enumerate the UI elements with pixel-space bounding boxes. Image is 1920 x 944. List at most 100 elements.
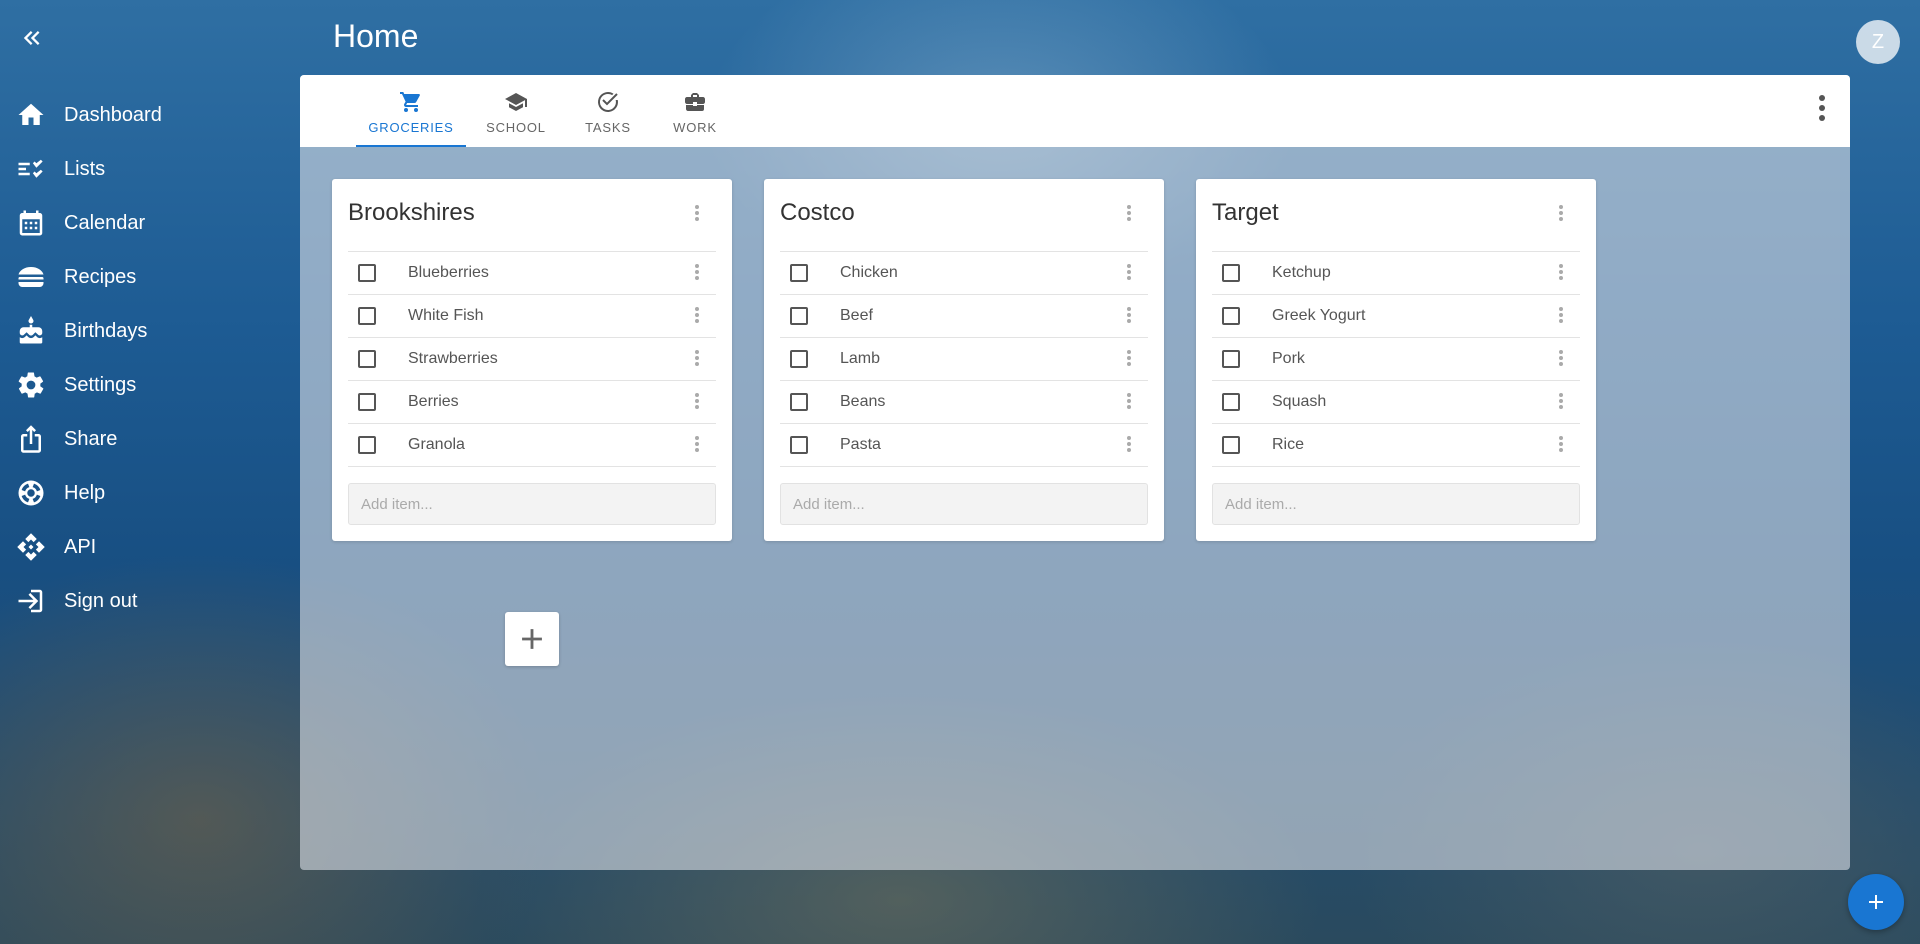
sidebar-item-help[interactable]: Help (0, 466, 290, 520)
item-checkbox[interactable] (1222, 307, 1240, 325)
list-item: Beef (780, 295, 1148, 338)
sidebar-item-birthdays[interactable]: Birthdays (0, 304, 290, 358)
item-checkbox[interactable] (358, 350, 376, 368)
sidebar: Dashboard Lists Calendar Recipes Birthda… (0, 0, 290, 944)
tab-school[interactable]: SCHOOL (466, 75, 566, 147)
item-checkbox[interactable] (358, 436, 376, 454)
sidebar-item-label: Share (64, 427, 118, 450)
list-menu-icon[interactable] (692, 205, 702, 225)
item-menu-icon[interactable] (692, 264, 702, 284)
item-checkbox[interactable] (1222, 264, 1240, 282)
item-menu-icon[interactable] (692, 393, 702, 413)
home-icon (18, 103, 44, 125)
list-item: Strawberries (348, 338, 716, 381)
item-menu-icon[interactable] (692, 436, 702, 456)
item-menu-icon[interactable] (1124, 350, 1134, 370)
sidebar-item-label: Sign out (64, 589, 138, 612)
list-menu-icon[interactable] (1556, 205, 1566, 225)
item-label: Rice (1272, 436, 1305, 453)
sidebar-item-label: Help (64, 481, 106, 504)
item-checkbox[interactable] (790, 350, 808, 368)
item-label: Pasta (840, 436, 881, 453)
item-menu-icon[interactable] (1556, 393, 1566, 413)
plus-icon (1869, 895, 1883, 909)
item-checkbox[interactable] (1222, 436, 1240, 454)
sidebar-item-calendar[interactable]: Calendar (0, 196, 290, 250)
item-menu-icon[interactable] (1556, 350, 1566, 370)
list-item: Lamb (780, 338, 1148, 381)
cake-icon (19, 316, 43, 344)
sidebar-item-share[interactable]: Share (0, 412, 290, 466)
list-item: Granola (348, 424, 716, 467)
avatar[interactable]: Z (1856, 20, 1900, 64)
sidebar-item-api[interactable]: API (0, 520, 290, 574)
sidebar-nav: Dashboard Lists Calendar Recipes Birthda… (0, 88, 290, 628)
list-items: Chicken Beef Lamb Beans Pasta (780, 251, 1148, 467)
tab-bar: GROCERIES SCHOOL TASKS WORK (300, 75, 1850, 147)
add-fab-button[interactable] (1848, 874, 1904, 930)
item-checkbox[interactable] (1222, 350, 1240, 368)
item-checkbox[interactable] (358, 307, 376, 325)
add-item-input[interactable] (780, 483, 1148, 525)
item-label: Strawberries (408, 350, 498, 367)
chevron-double-left-icon[interactable] (18, 24, 46, 52)
check-circle-icon (598, 91, 619, 112)
item-checkbox[interactable] (1222, 393, 1240, 411)
sidebar-item-recipes[interactable]: Recipes (0, 250, 290, 304)
graduation-cap-icon (505, 92, 527, 111)
add-item-input[interactable] (1212, 483, 1580, 525)
item-menu-icon[interactable] (1124, 393, 1134, 413)
add-item-input[interactable] (348, 483, 716, 525)
item-checkbox[interactable] (790, 436, 808, 454)
calendar-icon (19, 210, 43, 236)
list-items: Blueberries White Fish Strawberries Berr… (348, 251, 716, 467)
list-menu-icon[interactable] (1124, 205, 1134, 225)
item-menu-icon[interactable] (692, 350, 702, 370)
sidebar-item-label: API (64, 535, 97, 558)
tab-groceries[interactable]: GROCERIES (356, 75, 466, 147)
list-items: Ketchup Greek Yogurt Pork Squash Rice (1212, 251, 1580, 467)
item-menu-icon[interactable] (1556, 436, 1566, 456)
item-label: Lamb (840, 350, 881, 367)
tab-work[interactable]: WORK (650, 75, 740, 147)
sign-out-icon (18, 589, 43, 613)
list-item: Squash (1212, 381, 1580, 424)
api-icon (17, 533, 45, 561)
item-label: Blueberries (408, 264, 489, 281)
sidebar-item-lists[interactable]: Lists (0, 142, 290, 196)
sidebar-item-label: Lists (64, 157, 106, 180)
cart-icon (400, 91, 420, 112)
list-item: Ketchup (1212, 252, 1580, 295)
list-item: Beans (780, 381, 1148, 424)
item-checkbox[interactable] (790, 264, 808, 282)
item-checkbox[interactable] (790, 307, 808, 325)
item-label: White Fish (408, 307, 484, 324)
list-item: White Fish (348, 295, 716, 338)
item-label: Squash (1272, 393, 1327, 410)
item-menu-icon[interactable] (1556, 307, 1566, 327)
add-list-button[interactable] (505, 612, 559, 666)
item-label: Beef (840, 307, 873, 324)
list-item: Pasta (780, 424, 1148, 467)
item-menu-icon[interactable] (692, 307, 702, 327)
item-label: Beans (840, 393, 886, 410)
sidebar-item-dashboard[interactable]: Dashboard (0, 88, 290, 142)
item-checkbox[interactable] (790, 393, 808, 411)
sidebar-item-sign-out[interactable]: Sign out (0, 574, 290, 628)
item-menu-icon[interactable] (1124, 436, 1134, 456)
item-menu-icon[interactable] (1556, 264, 1566, 284)
sidebar-item-label: Calendar (64, 211, 146, 234)
item-menu-icon[interactable] (1124, 307, 1134, 327)
item-checkbox[interactable] (358, 264, 376, 282)
page-title: Home (333, 18, 419, 54)
sidebar-item-label: Recipes (64, 265, 137, 288)
item-menu-icon[interactable] (1124, 264, 1134, 284)
main-panel: GROCERIES SCHOOL TASKS WORK Brookshires … (300, 75, 1850, 870)
burger-icon (18, 267, 44, 287)
sidebar-item-settings[interactable]: Settings (0, 358, 290, 412)
tab-label: GROCERIES (368, 119, 454, 135)
tab-tasks[interactable]: TASKS (566, 75, 650, 147)
item-checkbox[interactable] (358, 393, 376, 411)
more-vert-icon[interactable] (1816, 95, 1828, 129)
list-title: Target (1212, 199, 1279, 226)
